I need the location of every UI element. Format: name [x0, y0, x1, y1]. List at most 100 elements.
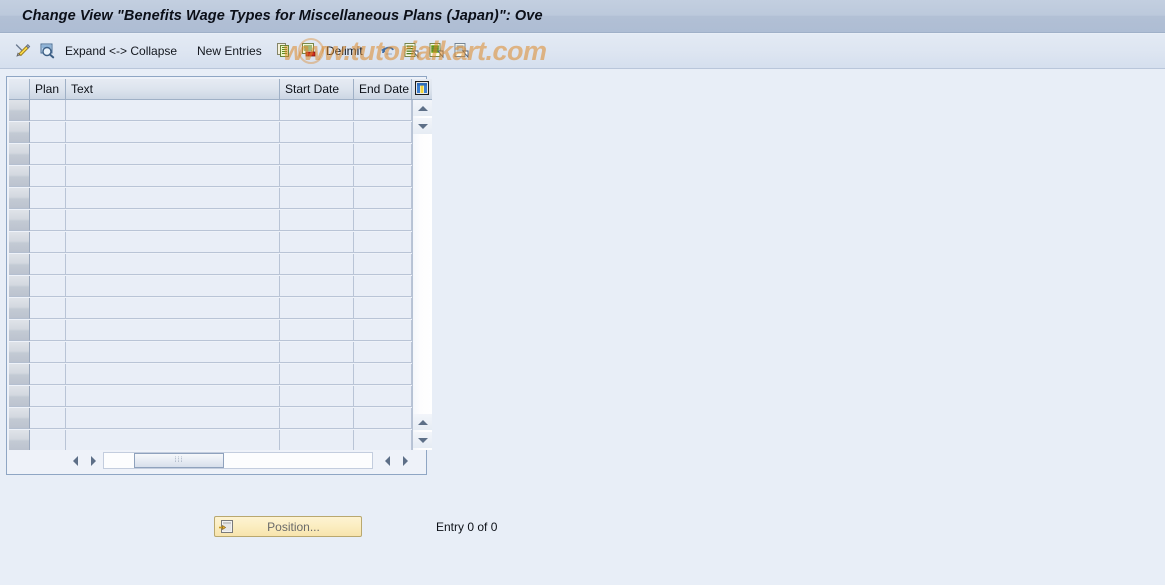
table-cell[interactable] — [280, 210, 354, 231]
table-cell[interactable] — [30, 100, 66, 121]
row-selector-button[interactable] — [9, 320, 30, 341]
row-selector-button[interactable] — [9, 364, 30, 385]
next-entry-button[interactable] — [427, 34, 445, 68]
table-row[interactable] — [9, 342, 412, 364]
table-cell[interactable] — [66, 430, 280, 450]
table-row[interactable] — [9, 100, 412, 122]
table-cell[interactable] — [354, 188, 412, 209]
table-cell[interactable] — [354, 342, 412, 363]
table-cell[interactable] — [354, 320, 412, 341]
table-cell[interactable] — [30, 276, 66, 297]
table-cell[interactable] — [30, 122, 66, 143]
table-cell[interactable] — [280, 298, 354, 319]
table-row[interactable] — [9, 298, 412, 320]
display-button[interactable] — [38, 34, 56, 68]
row-selector-button[interactable] — [9, 210, 30, 231]
table-row[interactable] — [9, 320, 412, 342]
table-row[interactable] — [9, 122, 412, 144]
table-row[interactable] — [9, 364, 412, 386]
horizontal-scrollbar-thumb[interactable]: ⁞⁞⁞ — [134, 453, 224, 468]
table-cell[interactable] — [30, 320, 66, 341]
edit-button[interactable] — [14, 34, 32, 68]
table-cell[interactable] — [30, 232, 66, 253]
table-cell[interactable] — [354, 232, 412, 253]
previous-entry-button[interactable] — [402, 34, 420, 68]
scroll-up-button-top[interactable] — [413, 100, 432, 116]
table-cell[interactable] — [354, 408, 412, 429]
scroll-left-button-start[interactable] — [67, 452, 84, 469]
column-header-start-date[interactable]: Start Date — [280, 79, 354, 100]
table-cell[interactable] — [280, 386, 354, 407]
table-cell[interactable] — [280, 254, 354, 275]
table-row[interactable] — [9, 430, 412, 450]
scroll-right-button-end[interactable] — [397, 452, 414, 469]
row-selector-button[interactable] — [9, 144, 30, 165]
row-selector-button[interactable] — [9, 232, 30, 253]
table-cell[interactable] — [280, 342, 354, 363]
table-cell[interactable] — [66, 188, 280, 209]
delimit-button[interactable]: Delimit — [322, 34, 367, 68]
table-cell[interactable] — [66, 100, 280, 121]
table-cell[interactable] — [354, 254, 412, 275]
table-cell[interactable] — [280, 320, 354, 341]
new-entries-button[interactable]: New Entries — [193, 34, 266, 68]
table-cell[interactable] — [30, 144, 66, 165]
table-row[interactable] — [9, 276, 412, 298]
table-row[interactable] — [9, 386, 412, 408]
table-cell[interactable] — [354, 298, 412, 319]
select-entry-button[interactable] — [452, 34, 470, 68]
row-selector-button[interactable] — [9, 254, 30, 275]
delete-button[interactable] — [300, 34, 318, 68]
expand-collapse-button[interactable]: Expand <-> Collapse — [61, 34, 181, 68]
row-selector-button[interactable] — [9, 188, 30, 209]
table-cell[interactable] — [354, 386, 412, 407]
vertical-scrollbar-track[interactable] — [413, 100, 432, 450]
scroll-up-button-bottom[interactable] — [413, 414, 432, 430]
row-selector-button[interactable] — [9, 408, 30, 429]
table-cell[interactable] — [66, 232, 280, 253]
table-cell[interactable] — [30, 188, 66, 209]
row-selector-button[interactable] — [9, 386, 30, 407]
table-cell[interactable] — [354, 166, 412, 187]
scroll-right-button-start[interactable] — [85, 452, 102, 469]
scroll-down-button-bottom[interactable] — [413, 432, 432, 448]
table-cell[interactable] — [280, 122, 354, 143]
table-cell[interactable] — [66, 254, 280, 275]
table-cell[interactable] — [354, 122, 412, 143]
table-cell[interactable] — [280, 430, 354, 450]
table-cell[interactable] — [280, 100, 354, 121]
table-cell[interactable] — [280, 408, 354, 429]
table-cell[interactable] — [66, 342, 280, 363]
table-row[interactable] — [9, 188, 412, 210]
table-row[interactable] — [9, 254, 412, 276]
horizontal-scrollbar[interactable]: ⁞⁞⁞ — [9, 450, 424, 472]
table-cell[interactable] — [354, 210, 412, 231]
horizontal-scrollbar-track[interactable]: ⁞⁞⁞ — [103, 452, 373, 469]
row-selector-button[interactable] — [9, 276, 30, 297]
row-selector-button[interactable] — [9, 342, 30, 363]
scroll-down-button-top[interactable] — [413, 118, 432, 134]
row-selector-button[interactable] — [9, 298, 30, 319]
undo-button[interactable] — [379, 34, 397, 68]
table-cell[interactable] — [30, 298, 66, 319]
column-header-text[interactable]: Text — [66, 79, 280, 100]
table-cell[interactable] — [66, 276, 280, 297]
table-cell[interactable] — [280, 166, 354, 187]
table-cell[interactable] — [30, 386, 66, 407]
table-cell[interactable] — [30, 210, 66, 231]
table-cell[interactable] — [30, 254, 66, 275]
table-cell[interactable] — [66, 144, 280, 165]
table-cell[interactable] — [66, 408, 280, 429]
scroll-left-button-end[interactable] — [379, 452, 396, 469]
table-cell[interactable] — [354, 364, 412, 385]
table-header-corner[interactable] — [9, 79, 30, 100]
table-row[interactable] — [9, 144, 412, 166]
row-selector-button[interactable] — [9, 100, 30, 121]
column-header-plan[interactable]: Plan — [30, 79, 66, 100]
table-cell[interactable] — [30, 166, 66, 187]
table-body[interactable] — [9, 100, 412, 450]
row-selector-button[interactable] — [9, 122, 30, 143]
table-cell[interactable] — [280, 364, 354, 385]
table-cell[interactable] — [66, 298, 280, 319]
copy-as-button[interactable] — [275, 34, 293, 68]
